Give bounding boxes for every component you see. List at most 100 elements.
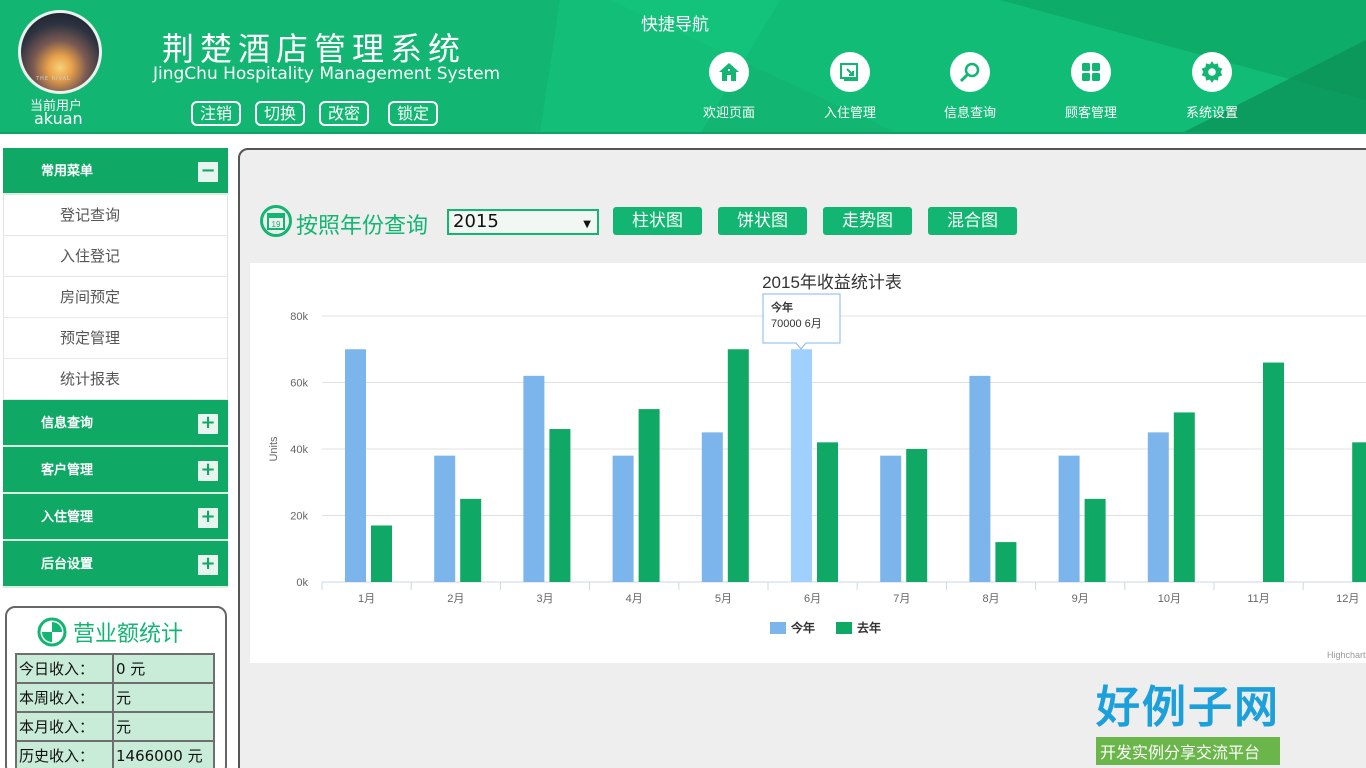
x-tick-label: 8月: [982, 593, 999, 605]
lock-button[interactable]: 锁定: [388, 101, 438, 126]
collapse-icon[interactable]: −: [198, 162, 218, 182]
grid-icon: [1071, 52, 1111, 92]
x-tick-label: 12月: [1336, 593, 1359, 605]
home-icon: [709, 52, 749, 92]
x-tick-label: 1月: [358, 593, 375, 605]
gear-icon: [1192, 52, 1232, 92]
menu-submenu: 登记查询 入住登记 房间预定 预定管理 统计报表: [3, 195, 228, 400]
bar-this-year: [345, 349, 366, 582]
menu-group-label: 信息查询: [41, 416, 94, 431]
legend-label: 今年: [790, 620, 815, 635]
logout-button[interactable]: 注销: [191, 101, 241, 126]
table-row: 本周收入：元: [15, 682, 215, 713]
menu-group-info-query[interactable]: 信息查询 +: [3, 400, 228, 447]
trend-chart-button[interactable]: 走势图: [823, 207, 912, 235]
bar-this-year: [1058, 455, 1080, 582]
bar-last-year: [460, 498, 482, 582]
menu-item-room-booking[interactable]: 房间预定: [4, 277, 227, 318]
revenue-stats-panel: 营业额统计 今日收入： 0 元 本周收入：元 本月收入：元 历史收入： 146600…: [5, 606, 227, 768]
pie-chart-button[interactable]: 饼状图: [718, 207, 807, 235]
revenue-stats-table: 今日收入： 0 元 本周收入：元 本月收入：元 历史收入： 1466000 元: [15, 653, 215, 768]
tooltip-text: 70000 6月: [771, 318, 822, 330]
menu-group-label: 入住管理: [41, 510, 94, 525]
y-tick-label: 60k: [290, 378, 308, 390]
bar-this-year: [701, 432, 723, 582]
search-icon: [950, 52, 990, 92]
chevron-down-icon: ▼: [583, 219, 591, 230]
nav-welcome[interactable]: 欢迎页面: [684, 52, 774, 121]
chart-credits: Highcharts: [1327, 650, 1366, 660]
nav-checkin[interactable]: 入住管理: [805, 52, 895, 121]
mixed-chart-button[interactable]: 混合图: [928, 207, 1017, 235]
watermark-logo: 好例子网 开发实例分享交流平台: [1096, 671, 1280, 765]
checkin-icon: [830, 52, 870, 92]
bar-last-year: [371, 525, 392, 582]
menu-group-common[interactable]: 常用菜单 −: [3, 148, 228, 195]
menu-item-booking-management[interactable]: 预定管理: [4, 318, 227, 359]
expand-icon[interactable]: +: [198, 508, 218, 528]
bar-this-year: [791, 349, 812, 582]
bar-this-year: [1147, 432, 1169, 582]
menu-item-checkin-registration[interactable]: 入住登记: [4, 236, 227, 277]
x-tick-label: 10月: [1158, 593, 1181, 605]
system-subtitle: JingChu Hospitality Management System: [153, 64, 501, 84]
x-tick-label: 11月: [1247, 593, 1269, 605]
calendar-icon-date: 19: [272, 220, 281, 229]
bar-chart-button[interactable]: 柱状图: [613, 207, 702, 235]
nav-customer[interactable]: 顾客管理: [1046, 52, 1136, 121]
bar-last-year: [1263, 362, 1284, 582]
sidebar: 常用菜单 − 登记查询 入住登记 房间预定 预定管理 统计报表 信息查询 + 客…: [3, 148, 228, 588]
nav-info-query[interactable]: 信息查询: [925, 52, 1015, 121]
x-tick-label: 6月: [804, 593, 821, 605]
chart-area: 2015年收益统计表 0k 20k 40k 60k 80k Units 1月 2月 3月 4月 5月 6…: [250, 263, 1366, 663]
revenue-stats-title-text: 营业额统计: [73, 622, 184, 647]
table-row: 本月收入：元: [15, 711, 215, 742]
stat-key: 今日收入：: [15, 653, 114, 684]
bar-last-year: [906, 449, 928, 582]
legend-swatch: [770, 622, 786, 634]
year-query-label: 按照年份查询: [296, 214, 429, 239]
stat-value: 元: [112, 682, 215, 713]
menu-group-label: 后台设置: [41, 557, 94, 572]
chart-title: 2015年收益统计表: [762, 273, 902, 292]
bar-last-year: [727, 349, 749, 582]
bar-this-year: [434, 455, 456, 582]
menu-item-statistics-report[interactable]: 统计报表: [4, 359, 227, 400]
revenue-stats-title: 营业额统计: [7, 608, 225, 648]
menu-group-backend[interactable]: 后台设置 +: [3, 541, 228, 588]
change-password-button[interactable]: 改密: [319, 101, 369, 126]
bar-last-year: [638, 409, 660, 582]
expand-icon[interactable]: +: [198, 414, 218, 434]
y-tick-label: 20k: [290, 511, 308, 523]
x-tick-label: 7月: [893, 593, 910, 605]
bar-last-year: [995, 542, 1017, 582]
bar-this-year: [523, 375, 545, 582]
pie-chart-icon: [37, 617, 67, 647]
revenue-bar-chart: 2015年收益统计表 0k 20k 40k 60k 80k Units 1月 2月 3月 4月 5月 6…: [268, 273, 1366, 660]
nav-settings-label: 系统设置: [1185, 106, 1238, 121]
stat-key: 本周收入：: [15, 682, 114, 713]
table-row: 今日收入： 0 元: [15, 653, 215, 684]
stat-value: 1466000 元: [112, 740, 215, 768]
x-tick-label: 4月: [626, 593, 643, 605]
menu-group-customer[interactable]: 客户管理 +: [3, 447, 228, 494]
bar-last-year: [1352, 442, 1366, 582]
x-tick-label: 5月: [715, 593, 732, 605]
nav-settings[interactable]: 系统设置: [1167, 52, 1257, 121]
y-tick-label: 0k: [296, 577, 308, 589]
expand-icon[interactable]: +: [198, 555, 218, 575]
year-select[interactable]: 2015 ▼: [447, 209, 599, 235]
switch-user-button[interactable]: 切换: [255, 101, 305, 126]
stat-key: 历史收入：: [15, 740, 114, 768]
expand-icon[interactable]: +: [198, 461, 218, 481]
bar-this-year: [969, 375, 991, 582]
stat-key: 本月收入：: [15, 711, 114, 742]
bar-last-year: [1173, 412, 1195, 582]
y-tick-label: 80k: [290, 311, 308, 323]
header: THE RIVAL 当前用户 akuan 荆楚酒店管理系统 JingChu Ho…: [0, 0, 1366, 134]
menu-group-checkin[interactable]: 入住管理 +: [3, 494, 228, 541]
y-axis-label: Units: [268, 436, 280, 462]
bar-last-year: [1084, 498, 1106, 582]
menu-item-registration-query[interactable]: 登记查询: [4, 195, 227, 236]
legend-swatch: [836, 622, 852, 634]
